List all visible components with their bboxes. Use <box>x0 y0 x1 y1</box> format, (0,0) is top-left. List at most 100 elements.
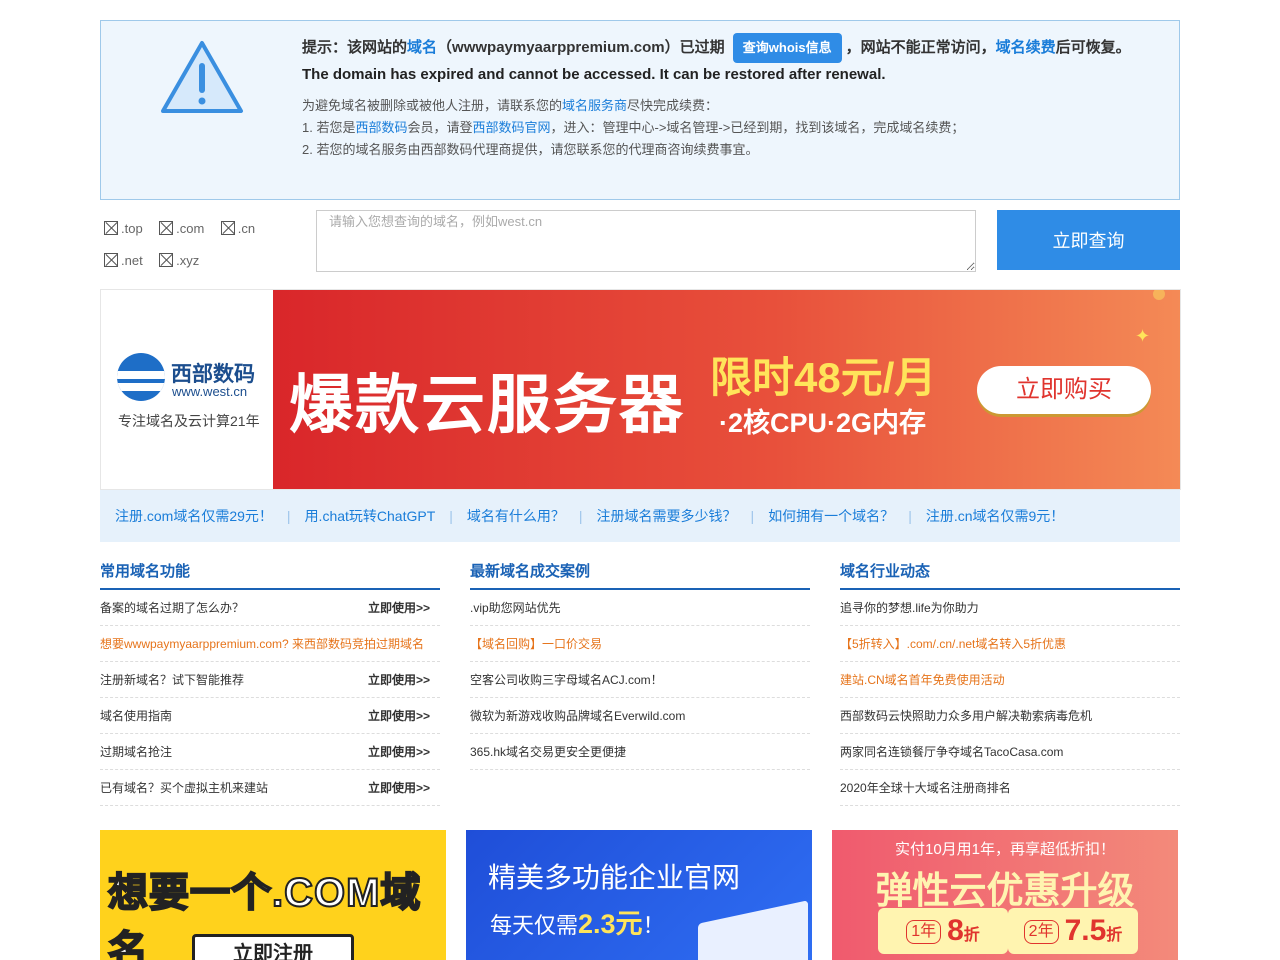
notice-mid: ，网站不能正常访问， <box>845 39 996 56</box>
list-item[interactable]: 想要wwwpaymyaarppremium.com? 来西部数码竞拍过期域名 <box>100 626 440 662</box>
list-item[interactable]: 备案的域名过期了怎么办？ 立即使用>> <box>100 590 440 626</box>
tld-label: .cn <box>237 220 256 236</box>
item-text[interactable]: 过期域名抢注 <box>100 745 172 759</box>
com-domain-ad[interactable]: 想要一个.COM域名 立即注册 <box>100 830 446 960</box>
list-item[interactable]: 两家同名连锁餐厅争夺域名TacoCasa.com <box>840 734 1180 770</box>
list-item[interactable]: 【域名回购】一口价交易 <box>470 626 810 662</box>
banner-spec: ·2核CPU·2G内存 <box>719 408 927 438</box>
expired-notice: 提示：该网站的域名（wwwpaymyaarppremium.com）已过期 查询… <box>100 20 1180 200</box>
step1-text: 1. 若您是 <box>302 120 356 136</box>
item-text[interactable]: 备案的域名过期了怎么办？ <box>100 601 244 615</box>
decor-dot <box>1153 290 1165 300</box>
warning-icon <box>161 41 243 113</box>
banner-price: 限时48元/月 <box>710 354 937 401</box>
sparkle-icon: ✦ <box>1135 326 1151 346</box>
quick-link[interactable]: 用.chat玩转ChatGPT <box>305 506 436 526</box>
quick-link[interactable]: 注册.com域名仅需29元！ <box>115 506 273 526</box>
use-now-link[interactable]: 立即使用>> <box>368 662 430 697</box>
promo-banner[interactable]: 西部数码 www.west.cn 专注域名及云计算21年 ✦ 爆款云服务器 限时… <box>100 289 1181 490</box>
quick-links-bar: 注册.com域名仅需29元！ | 用.chat玩转ChatGPT | 域名有什么用？… <box>100 490 1180 542</box>
quick-link[interactable]: 域名有什么用？ <box>467 506 565 526</box>
checkbox-icon[interactable] <box>159 221 174 235</box>
divider: | <box>750 508 755 524</box>
item-text[interactable]: 域名使用指南 <box>100 709 172 723</box>
notice-english: The domain has expired and cannot be acc… <box>302 66 886 84</box>
notice-step1: 1. 若您是西部数码会员，请登西部数码官网，进入：管理中心->域名管理->已经到… <box>302 117 1162 139</box>
list-item[interactable]: 365.hk域名交易更安全更便捷 <box>470 734 810 770</box>
tld-option-com[interactable]: .com <box>159 212 204 244</box>
domain-link[interactable]: 域名 <box>407 39 437 56</box>
tip-text: 为避免域名被删除或被他人注册，请联系您的 <box>302 98 563 114</box>
year-badge: 1年 <box>906 920 942 945</box>
use-now-link[interactable]: 立即使用>> <box>368 590 430 625</box>
buy-now-button[interactable]: 立即购买 <box>977 366 1151 414</box>
list-item[interactable]: .vip助您网站优先 <box>470 590 810 626</box>
notice-step2: 2. 若您的域名服务由西部数码代理商提供，请您联系您的代理商咨询续费事宜。 <box>302 142 759 158</box>
discount-1yr: 1年 8折 <box>878 908 1008 954</box>
notice-headline: 提示：该网站的域名（wwwpaymyaarppremium.com）已过期 查询… <box>302 33 1162 64</box>
list-item[interactable]: 【5折转入】.com/.cn/.net域名转入5折优惠 <box>840 626 1180 662</box>
search-button[interactable]: 立即查询 <box>997 210 1180 270</box>
elastic-cloud-ad[interactable]: 实付10月用1年，再享超低折扣！ 弹性云优惠升级 1年 8折 2年 7.5折 <box>832 830 1178 960</box>
ad-headline: 弹性云优惠升级 <box>875 870 1135 911</box>
domain-search-input[interactable] <box>316 210 976 272</box>
tld-label: .net <box>121 252 143 268</box>
website-builder-ad[interactable]: 精美多功能企业官网 每天仅需2.3元！ <box>466 830 812 960</box>
list-item[interactable]: 域名使用指南 立即使用>> <box>100 698 440 734</box>
west-official-link[interactable]: 西部数码官网 <box>473 120 551 135</box>
banner-title: 爆款云服务器 <box>289 369 685 441</box>
laptop-screen-icon <box>698 900 808 960</box>
list-item[interactable]: 注册新域名？试下智能推荐 立即使用>> <box>100 662 440 698</box>
tld-options: .top .com .cn .net .xyz <box>104 212 314 276</box>
ad-top-text: 实付10月用1年，再享超低折扣！ <box>894 841 1116 858</box>
checkbox-icon[interactable] <box>104 221 118 235</box>
checkbox-icon[interactable] <box>220 221 235 235</box>
checkbox-icon[interactable] <box>159 253 174 267</box>
step1-text-end: ，进入：管理中心->域名管理->已经到期，找到该域名，完成域名续费； <box>550 120 965 136</box>
divider: | <box>908 508 912 524</box>
tld-option-net[interactable]: .net <box>104 244 143 276</box>
tld-option-top[interactable]: .top <box>104 212 143 244</box>
list-item[interactable]: 空客公司收购三字母域名ACJ.com！ <box>470 662 810 698</box>
tld-option-xyz[interactable]: .xyz <box>159 244 199 276</box>
list-item[interactable]: 西部数码云快照助力众多用户解决勒索病毒危机 <box>840 698 1180 734</box>
promo-panel: ✦ 爆款云服务器 限时48元/月 ·2核CPU·2G内存 立即购买 <box>273 290 1180 489</box>
notice-tip: 为避免域名被删除或被他人注册，请联系您的域名服务商尽快完成续费： <box>302 95 1162 117</box>
discount-unit: 折 <box>963 927 980 944</box>
use-now-link[interactable]: 立即使用>> <box>368 770 430 805</box>
column-title: 最新域名成交案例 <box>470 554 810 590</box>
latest-deals-column: 最新域名成交案例 .vip助您网站优先 【域名回购】一口价交易 空客公司收购三字… <box>470 554 810 770</box>
use-now-link[interactable]: 立即使用>> <box>368 698 430 733</box>
discount-unit: 折 <box>1106 927 1123 944</box>
list-item[interactable]: 已有域名？买个虚拟主机来建站 立即使用>> <box>100 770 440 806</box>
renew-link[interactable]: 域名续费 <box>996 39 1056 56</box>
list-item[interactable]: 微软为新游戏收购品牌域名Everwild.com <box>470 698 810 734</box>
quick-link[interactable]: 如何拥有一个域名？ <box>768 506 894 526</box>
ad-sub-text: 每天仅需 <box>490 913 579 938</box>
quick-link[interactable]: 注册.cn域名仅需9元！ <box>926 506 1064 526</box>
tld-label: .com <box>176 220 205 236</box>
west-logo-panel: 西部数码 www.west.cn 专注域名及云计算21年 <box>101 290 273 489</box>
west-link[interactable]: 西部数码 <box>355 120 407 135</box>
item-text[interactable]: 已有域名？买个虚拟主机来建站 <box>100 781 268 795</box>
expired-domain-name: （wwwpaymyaarppremium.com）已过期 <box>437 39 725 56</box>
list-item[interactable]: 2020年全球十大域名注册商排名 <box>840 770 1180 806</box>
list-item[interactable]: 过期域名抢注 立即使用>> <box>100 734 440 770</box>
discount-2yr: 2年 7.5折 <box>1008 908 1138 954</box>
tld-option-cn[interactable]: .cn <box>220 212 256 244</box>
logo-slogan: 专注域名及云计算21年 <box>118 413 260 429</box>
checkbox-icon[interactable] <box>104 253 118 267</box>
item-text[interactable]: 注册新域名？试下智能推荐 <box>100 673 244 687</box>
whois-button[interactable]: 查询whois信息 <box>732 33 842 64</box>
ad-sub-end: ！ <box>642 913 665 938</box>
list-item[interactable]: 追寻你的梦想.life为你助力 <box>840 590 1180 626</box>
item-text[interactable]: 想要wwwpaymyaarppremium.com? 来西部数码竞拍过期域名 <box>100 637 424 651</box>
list-item[interactable]: 建站.CN域名首年免费使用活动 <box>840 662 1180 698</box>
ad-price: 2.3元 <box>578 909 643 939</box>
register-now-button[interactable]: 立即注册 <box>192 934 354 960</box>
column-title: 域名行业动态 <box>840 554 1180 590</box>
service-provider-link[interactable]: 域名服务商 <box>562 98 627 113</box>
quick-link[interactable]: 注册域名需要多少钱？ <box>597 506 737 526</box>
discount-value: 7.5 <box>1064 914 1107 947</box>
use-now-link[interactable]: 立即使用>> <box>368 734 430 769</box>
